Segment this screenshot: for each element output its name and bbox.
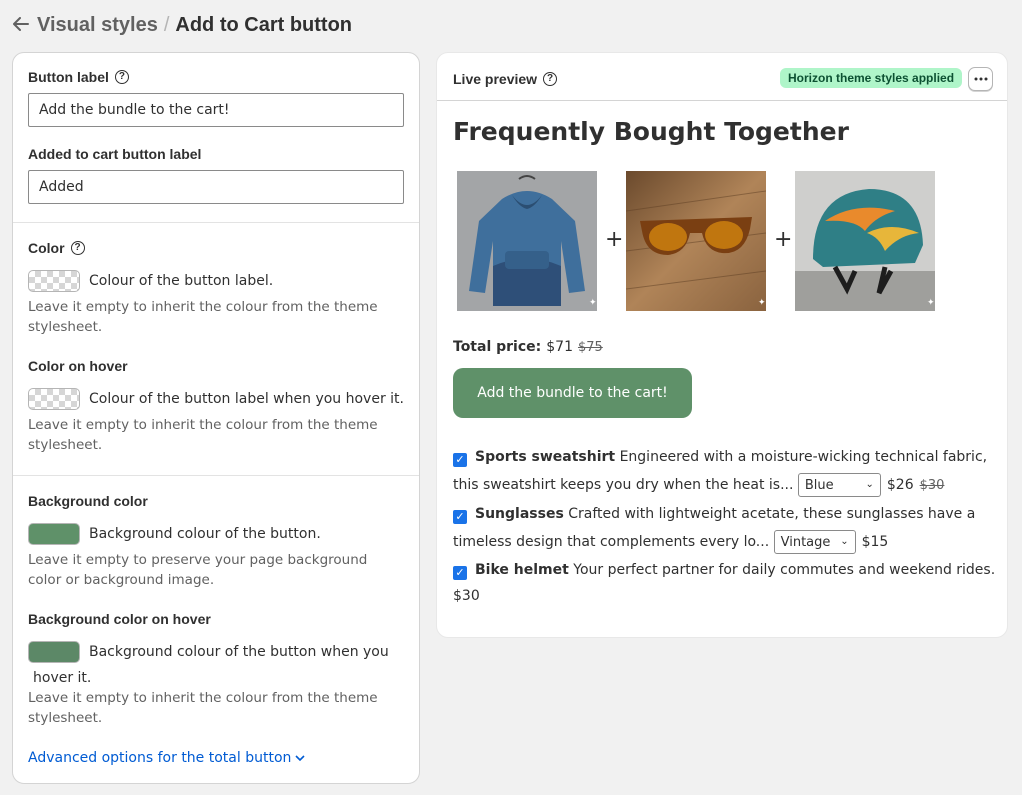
item-compare-price: $30 [919, 478, 945, 493]
svg-text:✦: ✦ [589, 298, 597, 308]
fbt-title: Frequently Bought Together [453, 117, 849, 146]
help-icon[interactable]: ? [70, 241, 85, 255]
add-bundle-to-cart-button[interactable]: Add the bundle to the cart! [453, 368, 692, 418]
bg-hover-help-text: Leave it empty to inherit the colour fro… [28, 690, 378, 726]
variant-select[interactable]: Vintage ⌄ [773, 530, 856, 554]
variant-value: Vintage [780, 534, 831, 550]
item-checkbox[interactable]: ✓ [453, 510, 467, 524]
bike-helmet-image[interactable]: ✦ [795, 171, 935, 311]
chevron-down-icon [295, 750, 305, 766]
sunglasses-image[interactable]: ✦ [626, 171, 766, 311]
color-heading: Color ? [28, 240, 85, 256]
list-item: ✓ Sports sweatshirt Engineered with a moi… [453, 443, 998, 500]
color-title: Color [28, 240, 65, 256]
color-hover-description: Colour of the button label when you hove… [89, 391, 404, 407]
button-label-heading: Button label ? [28, 69, 129, 85]
sweatshirt-image[interactable]: ✦ [457, 171, 597, 311]
plus-sign: + [774, 227, 793, 252]
button-label-title: Button label [28, 69, 109, 85]
added-label-heading: Added to cart button label [28, 146, 202, 162]
item-description: Your perfect partner for daily commutes … [573, 562, 996, 578]
total-price-label: Total price: [453, 339, 542, 355]
live-preview-card: Live preview ? Horizon theme styles appl… [436, 52, 1008, 638]
chevron-down-icon: ⌄ [865, 479, 874, 490]
more-actions-button[interactable] [968, 67, 993, 91]
preview-header: Live preview ? Horizon theme styles appl… [437, 53, 1007, 101]
item-price: $26 [886, 477, 914, 493]
advanced-options-link[interactable]: Advanced options for the total button [28, 750, 305, 766]
color-hover-heading: Color on hover [28, 358, 128, 374]
variant-value: Blue [804, 477, 834, 493]
color-hover-swatch[interactable] [28, 388, 80, 410]
item-price: $15 [861, 534, 889, 550]
breadcrumb-parent[interactable]: Visual styles [37, 14, 158, 37]
divider [13, 475, 419, 476]
item-price: $30 [453, 588, 480, 604]
item-name: Sports sweatshirt [475, 449, 616, 465]
help-icon[interactable]: ? [543, 72, 558, 86]
item-checkbox[interactable]: ✓ [453, 566, 467, 580]
svg-text:✦: ✦ [758, 298, 766, 308]
divider [13, 222, 419, 223]
color-swatch[interactable] [28, 270, 80, 292]
bg-color-help-text: Leave it empty to preserve your page bac… [28, 552, 368, 588]
variant-select[interactable]: Blue ⌄ [797, 473, 881, 497]
bg-color-description: Background colour of the button. [89, 526, 321, 542]
list-item: ✓ Bike helmet Your perfect partner for da… [453, 557, 998, 609]
bg-color-swatch[interactable] [28, 523, 80, 545]
chevron-down-icon: ⌄ [840, 536, 849, 547]
total-price: Total price: $71 $75 [453, 339, 603, 355]
help-icon[interactable]: ? [114, 70, 129, 84]
total-price-value: $71 [546, 339, 573, 355]
preview-title-label: Live preview [453, 71, 538, 87]
preview-title: Live preview ? [453, 71, 558, 87]
item-name: Sunglasses [475, 506, 564, 522]
color-hover-help-text: Leave it empty to inherit the colour fro… [28, 417, 378, 453]
color-description: Colour of the button label. [89, 273, 274, 289]
page-header: Visual styles / Add to Cart button [13, 12, 352, 38]
plus-sign: + [605, 227, 624, 252]
total-compare-price: $75 [577, 340, 603, 355]
settings-card: Button label ? Add the bundle to the car… [12, 52, 420, 784]
list-item: ✓ Sunglasses Crafted with lightweight ace… [453, 500, 998, 556]
item-name: Bike helmet [475, 562, 569, 578]
arrow-left-icon[interactable] [13, 15, 31, 36]
advanced-options-label: Advanced options for the total button [28, 750, 292, 766]
button-label-input[interactable]: Add the bundle to the cart! [28, 93, 404, 127]
added-label-input[interactable]: Added [28, 170, 404, 204]
color-help-text: Leave it empty to inherit the colour fro… [28, 299, 378, 335]
bg-hover-heading: Background color on hover [28, 611, 211, 627]
bg-color-heading: Background color [28, 493, 148, 509]
page-title: Add to Cart button [175, 13, 353, 36]
theme-status-badge: Horizon theme styles applied [780, 68, 963, 88]
bg-hover-description: Background colour of the button when you [89, 644, 389, 660]
bg-hover-swatch[interactable] [28, 641, 80, 663]
svg-text:✦: ✦ [927, 298, 935, 308]
item-checkbox[interactable]: ✓ [453, 453, 467, 467]
ellipsis-icon [974, 77, 987, 81]
breadcrumb-separator: / [163, 13, 170, 36]
bg-hover-description-cont: hover it. [33, 670, 92, 686]
